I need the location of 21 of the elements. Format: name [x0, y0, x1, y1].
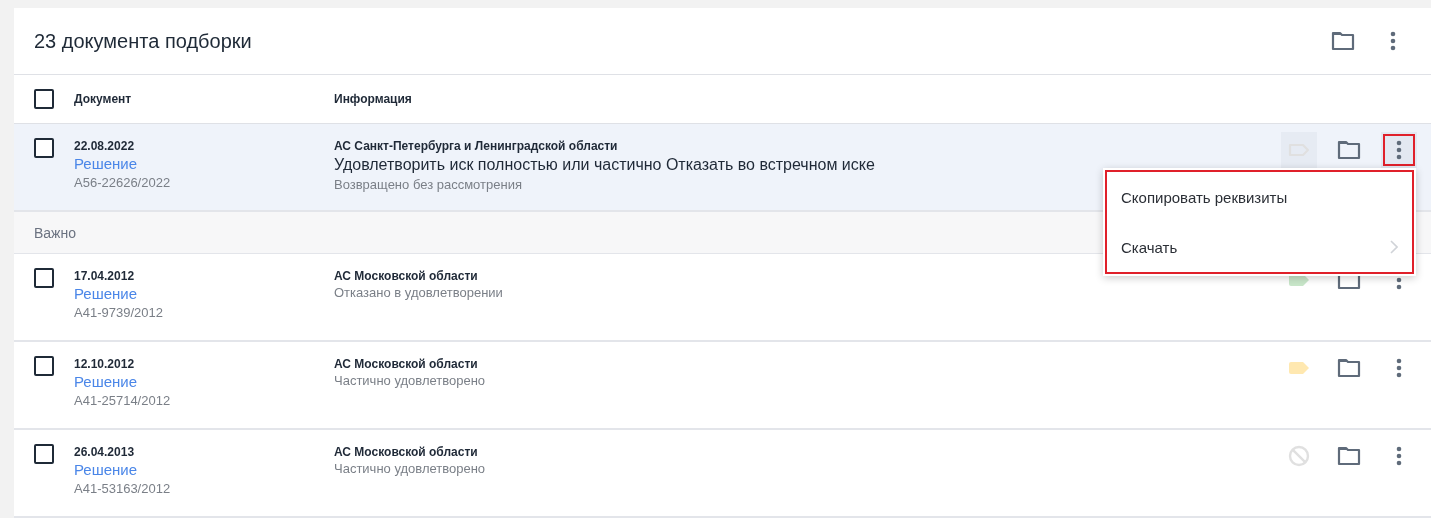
status-text: Возвращено без рассмотрения	[334, 176, 523, 194]
document-date: 17.04.2012	[74, 268, 136, 284]
case-number: А41-53163/2012	[74, 480, 172, 498]
document-date: 22.08.2022	[74, 138, 136, 154]
decision-text: Удовлетворить иск полностью или частично Отказать во встречном иске	[334, 155, 876, 175]
document-date: 26.04.2013	[74, 444, 136, 460]
court-name: АС Московской области	[334, 444, 479, 460]
court-name: АС Московской области	[334, 268, 479, 284]
status-text: Отказано в удовлетворении	[334, 284, 504, 302]
column-header: Информация	[334, 92, 412, 106]
case-number: А41-9739/2012	[74, 304, 164, 322]
case-number: А41-25714/2012	[74, 392, 172, 410]
status-text: Частично удовлетворено	[334, 372, 487, 390]
panel-title: 23 документа подборки	[34, 29, 253, 53]
court-name: АС Московской области	[334, 356, 479, 372]
column-header: Документ	[74, 92, 133, 106]
status-text: Частично удовлетворено	[334, 460, 487, 478]
case-number: А56-22626/2022	[74, 174, 172, 192]
court-name: АС Санкт-Петербурга и Ленинградской области	[334, 138, 619, 154]
group-label: Важно	[34, 224, 76, 241]
document-date: 12.10.2012	[74, 356, 136, 372]
